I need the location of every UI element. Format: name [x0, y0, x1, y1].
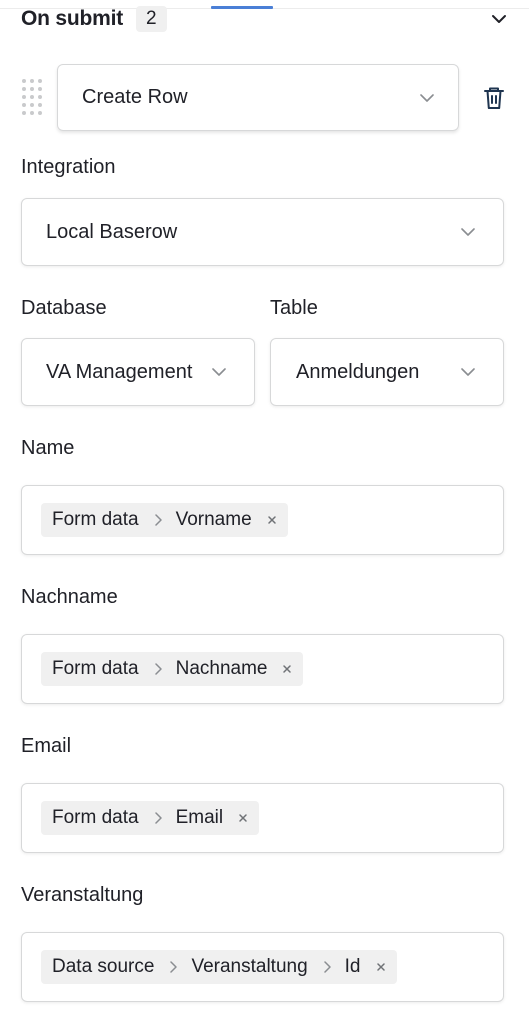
data-path-chip[interactable]: Data source Veranstaltung Id [41, 950, 397, 984]
formula-input-name[interactable]: Form data Vorname [21, 485, 504, 555]
path-segment: Form data [52, 658, 139, 679]
chevron-down-icon [461, 368, 475, 376]
table-dropdown[interactable]: Anmeldungen [270, 338, 504, 406]
integration-label: Integration [21, 156, 116, 178]
database-dropdown[interactable]: VA Management [21, 338, 255, 406]
chevron-right-icon [154, 514, 162, 526]
close-icon[interactable] [267, 515, 277, 525]
formula-input-email[interactable]: Form data Email [21, 783, 504, 853]
path-segment: Vorname [175, 509, 252, 530]
data-path-chip[interactable]: Form data Email [41, 801, 260, 835]
database-value: VA Management [46, 360, 193, 383]
formula-input-veranstaltung[interactable]: Data source Veranstaltung Id [21, 932, 504, 1002]
action-type-value: Create Row [82, 86, 188, 108]
on-submit-header[interactable]: On submit 2 [21, 4, 507, 34]
path-segment: Data source [52, 956, 155, 977]
database-label: Database [21, 297, 107, 319]
trash-icon[interactable] [483, 86, 505, 110]
table-label: Table [270, 297, 318, 319]
path-segment: Veranstaltung [191, 956, 308, 977]
path-segment: Form data [52, 807, 139, 828]
chevron-down-icon [212, 368, 226, 376]
chevron-right-icon [323, 961, 331, 973]
chevron-down-icon [461, 228, 475, 236]
field-label-nachname: Nachname [21, 586, 118, 608]
formula-input-nachname[interactable]: Form data Nachname [21, 634, 504, 704]
close-icon[interactable] [282, 664, 292, 674]
path-segment: Email [175, 807, 224, 828]
chevron-down-icon[interactable] [491, 12, 507, 26]
chevron-down-icon [420, 93, 434, 102]
table-value: Anmeldungen [296, 360, 420, 383]
chevron-right-icon [170, 961, 178, 973]
integration-value: Local Baserow [46, 220, 178, 243]
chevron-right-icon [154, 663, 162, 675]
close-icon[interactable] [376, 962, 386, 972]
action-type-dropdown[interactable]: Create Row [57, 64, 459, 131]
path-segment: Nachname [175, 658, 268, 679]
close-icon[interactable] [238, 813, 248, 823]
section-title: On submit [21, 7, 124, 30]
path-segment: Id [344, 956, 361, 977]
path-segment: Form data [52, 509, 139, 530]
field-label-name: Name [21, 437, 75, 459]
workflow-action: Create Row [21, 64, 511, 131]
field-label-email: Email [21, 735, 72, 757]
chevron-right-icon [154, 812, 162, 824]
event-count-badge: 2 [136, 6, 167, 32]
data-path-chip[interactable]: Form data Vorname [41, 503, 288, 537]
drag-handle-icon[interactable] [21, 78, 43, 116]
integration-dropdown[interactable]: Local Baserow [21, 198, 504, 266]
data-path-chip[interactable]: Form data Nachname [41, 652, 304, 686]
field-label-veranstaltung: Veranstaltung [21, 884, 144, 906]
